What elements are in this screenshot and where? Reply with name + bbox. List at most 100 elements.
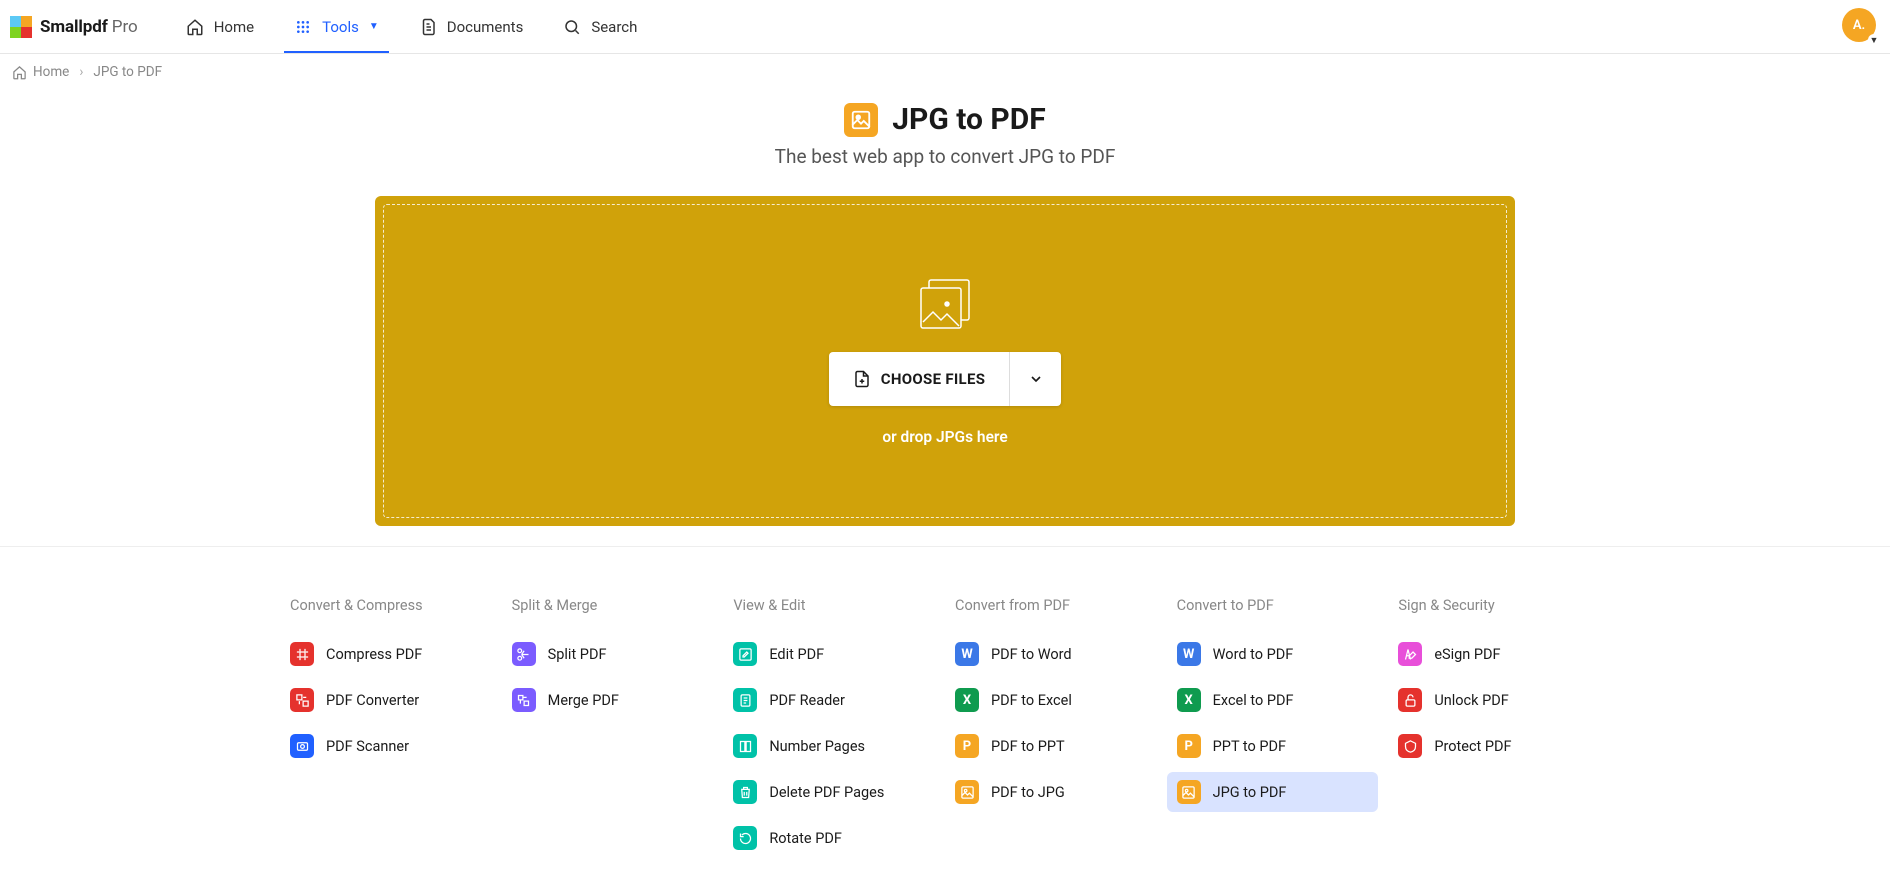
scan-icon xyxy=(290,734,314,758)
tool-item[interactable]: X Excel to PDF xyxy=(1167,680,1379,720)
tool-item[interactable]: Unlock PDF xyxy=(1388,680,1600,720)
tool-item-label: Protect PDF xyxy=(1434,738,1511,755)
tool-item-label: Rotate PDF xyxy=(769,830,842,847)
tool-column: Sign & Security eSign PDF Unlock PDF Protec… xyxy=(1398,597,1600,864)
tool-column-title: Convert & Compress xyxy=(290,597,492,614)
reader-icon xyxy=(733,688,757,712)
number-icon xyxy=(733,734,757,758)
tool-item-label: PDF to Word xyxy=(991,646,1072,663)
main-nav: Home Tools ▼ Documents Search xyxy=(166,0,658,53)
avatar-initials: A. xyxy=(1853,18,1865,33)
tool-item-label: Split PDF xyxy=(548,646,607,663)
rotate-icon xyxy=(733,826,757,850)
tool-item[interactable]: Compress PDF xyxy=(280,634,492,674)
tool-column-title: Convert to PDF xyxy=(1177,597,1379,614)
tool-item[interactable]: Delete PDF Pages xyxy=(723,772,935,812)
tool-item-label: Compress PDF xyxy=(326,646,422,663)
user-menu[interactable]: A. ▼ xyxy=(1842,8,1876,42)
edit-icon xyxy=(733,642,757,666)
nav-search[interactable]: Search xyxy=(543,0,657,53)
compress-icon xyxy=(290,642,314,666)
choose-files-dropdown[interactable] xyxy=(1009,352,1061,406)
hero: JPG to PDF The best web app to convert J… xyxy=(0,102,1890,168)
nav-home-label: Home xyxy=(214,18,254,36)
file-plus-icon xyxy=(853,370,871,388)
page-title: JPG to PDF xyxy=(892,102,1045,137)
tool-item[interactable]: W PDF to Word xyxy=(945,634,1157,674)
nav-documents-label: Documents xyxy=(447,18,524,36)
tool-item-label: PDF to PPT xyxy=(991,738,1065,755)
file-dropzone[interactable]: CHOOSE FILES or drop JPGs here xyxy=(375,196,1515,526)
tools-section: Convert & Compress Compress PDF PDF Conver… xyxy=(0,546,1890,894)
page-subtitle: The best web app to convert JPG to PDF xyxy=(0,145,1890,168)
images-stack-icon xyxy=(915,276,975,332)
documents-icon xyxy=(419,18,437,36)
tool-item[interactable]: Split PDF xyxy=(502,634,714,674)
tool-item-label: PDF Converter xyxy=(326,692,419,709)
chevron-down-icon xyxy=(1028,371,1044,387)
tool-item[interactable]: Edit PDF xyxy=(723,634,935,674)
tool-item-label: Excel to PDF xyxy=(1213,692,1294,709)
hero-image-icon xyxy=(844,103,878,137)
merge-icon xyxy=(512,688,536,712)
caret-down-icon: ▼ xyxy=(1868,34,1880,46)
P-icon: P xyxy=(1177,734,1201,758)
img-icon xyxy=(955,780,979,804)
breadcrumb: Home › JPG to PDF xyxy=(0,54,1890,90)
tool-item[interactable]: PDF Reader xyxy=(723,680,935,720)
tool-item[interactable]: PPPT to PDF xyxy=(1167,726,1379,766)
tool-item[interactable]: PDF Converter xyxy=(280,680,492,720)
grid-icon xyxy=(294,18,312,36)
nav-tools[interactable]: Tools ▼ xyxy=(274,0,399,53)
tool-item-label: PDF to JPG xyxy=(991,784,1065,801)
tool-item-label: Unlock PDF xyxy=(1434,692,1508,709)
tool-item-label: PDF Scanner xyxy=(326,738,409,755)
tool-item[interactable]: XPDF to Excel xyxy=(945,680,1157,720)
tool-item[interactable]: JPG to PDF xyxy=(1167,772,1379,812)
logo-icon xyxy=(10,16,32,38)
home-icon xyxy=(186,18,204,36)
breadcrumb-home-label: Home xyxy=(33,64,69,80)
tool-column-title: Convert from PDF xyxy=(955,597,1157,614)
brand-tier: Pro xyxy=(112,17,138,37)
choose-files-label: CHOOSE FILES xyxy=(881,370,986,388)
search-icon xyxy=(563,18,581,36)
tool-item[interactable]: Protect PDF xyxy=(1388,726,1600,766)
breadcrumb-separator: › xyxy=(79,64,83,80)
tool-item[interactable]: PDF to JPG xyxy=(945,772,1157,812)
tool-item-label: Number Pages xyxy=(769,738,865,755)
choose-files-group: CHOOSE FILES xyxy=(829,352,1062,406)
nav-tools-label: Tools xyxy=(322,18,359,36)
tool-item-label: JPG to PDF xyxy=(1213,784,1287,801)
drop-hint: or drop JPGs here xyxy=(882,428,1007,446)
tool-item[interactable]: Number Pages xyxy=(723,726,935,766)
tool-column-title: Split & Merge xyxy=(512,597,714,614)
logo[interactable]: Smallpdf Pro xyxy=(10,16,138,38)
breadcrumb-home[interactable]: Home xyxy=(12,64,69,80)
tool-column: Convert from PDFWPDF to WordXPDF to Exce… xyxy=(955,597,1157,864)
tool-column: Split & MergeSplit PDFMerge PDF xyxy=(512,597,714,864)
tool-item-label: Delete PDF Pages xyxy=(769,784,884,801)
home-icon xyxy=(12,65,27,80)
sign-icon xyxy=(1398,642,1422,666)
X-icon: X xyxy=(1177,688,1201,712)
tool-item[interactable]: PDF Scanner xyxy=(280,726,492,766)
nav-search-label: Search xyxy=(591,18,637,36)
tool-column-title: Sign & Security xyxy=(1398,597,1600,614)
nav-home[interactable]: Home xyxy=(166,0,274,53)
tool-item[interactable]: eSign PDF xyxy=(1388,634,1600,674)
tool-column: Convert & Compress Compress PDF PDF Conver… xyxy=(290,597,492,864)
W-icon: W xyxy=(1177,642,1201,666)
tool-item[interactable]: Rotate PDF xyxy=(723,818,935,858)
img-icon xyxy=(1177,780,1201,804)
tool-item-label: Word to PDF xyxy=(1213,646,1294,663)
tool-item-label: eSign PDF xyxy=(1434,646,1500,663)
tool-item[interactable]: W Word to PDF xyxy=(1167,634,1379,674)
nav-documents[interactable]: Documents xyxy=(399,0,544,53)
W-icon: W xyxy=(955,642,979,666)
tool-item[interactable]: PPDF to PPT xyxy=(945,726,1157,766)
tool-item[interactable]: Merge PDF xyxy=(502,680,714,720)
tool-column: View & EditEdit PDFPDF ReaderNumber Page… xyxy=(733,597,935,864)
choose-files-button[interactable]: CHOOSE FILES xyxy=(829,352,1010,406)
tool-column: Convert to PDF W Word to PDF X Excel to PDF P… xyxy=(1177,597,1379,864)
